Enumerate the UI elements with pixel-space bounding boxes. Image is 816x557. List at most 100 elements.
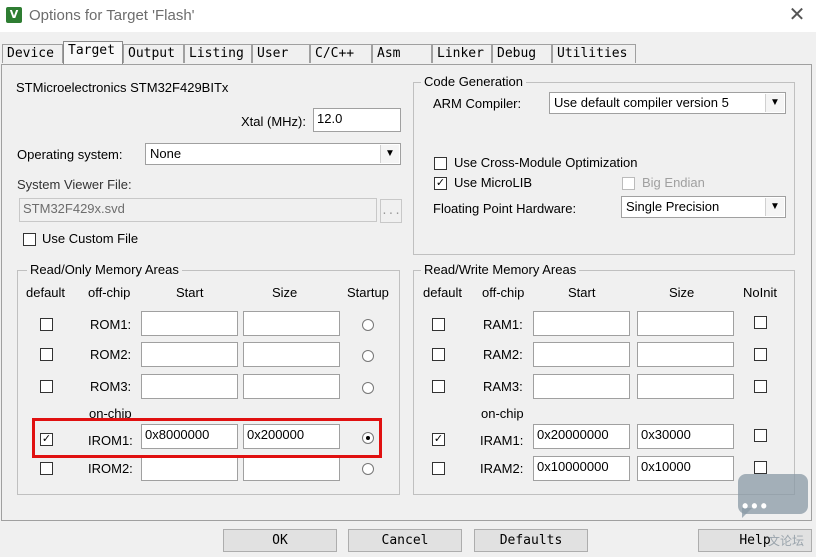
- fpu-label: Floating Point Hardware:: [433, 201, 577, 216]
- ram3-default-checkbox[interactable]: [432, 380, 445, 393]
- ram1-noinit-checkbox[interactable]: [754, 316, 767, 329]
- code-generation-title: Code Generation: [421, 74, 527, 89]
- rom1-default-checkbox[interactable]: [40, 318, 53, 331]
- tab-output[interactable]: Output: [123, 44, 184, 63]
- ram2-start-input[interactable]: [533, 342, 630, 367]
- iram1-default-checkbox[interactable]: ✓: [432, 433, 445, 446]
- ram3-label: RAM3:: [483, 379, 523, 394]
- big-endian-label: Big Endian: [642, 175, 705, 190]
- ram-group-title: Read/Write Memory Areas: [421, 262, 580, 277]
- ram3-noinit-checkbox[interactable]: [754, 380, 767, 393]
- iram1-noinit-checkbox[interactable]: [754, 429, 767, 442]
- rom2-size-input[interactable]: [243, 342, 340, 367]
- ram-header-noinit: NoInit: [743, 285, 777, 300]
- close-button[interactable]: ✕: [778, 0, 816, 32]
- rom2-start-input[interactable]: [141, 342, 238, 367]
- ram2-noinit-checkbox[interactable]: [754, 348, 767, 361]
- rom3-size-input[interactable]: [243, 374, 340, 399]
- iram1-size-input[interactable]: 0x30000: [637, 424, 734, 449]
- ram2-size-input[interactable]: [637, 342, 734, 367]
- chevron-down-icon[interactable]: ▼: [380, 145, 399, 163]
- svf-label: System Viewer File:: [17, 177, 132, 192]
- compiler-value: Use default compiler version 5: [554, 95, 729, 110]
- window-title: Options for Target 'Flash': [29, 7, 195, 24]
- rom3-label: ROM3:: [90, 379, 132, 394]
- rom3-default-checkbox[interactable]: [40, 380, 53, 393]
- irom1-highlight-box: [32, 418, 382, 458]
- iram2-label: IRAM2:: [480, 461, 524, 476]
- ram2-default-checkbox[interactable]: [432, 348, 445, 361]
- watermark-dots: •••: [742, 496, 770, 516]
- tab-debug[interactable]: Debug: [492, 44, 552, 63]
- iram2-noinit-checkbox[interactable]: [754, 461, 767, 474]
- rom3-startup-radio[interactable]: [362, 382, 374, 394]
- fpu-select[interactable]: Single Precision ▼: [621, 196, 786, 218]
- tab-linker[interactable]: Linker: [432, 44, 492, 63]
- irom2-start-input[interactable]: [141, 456, 238, 481]
- os-select[interactable]: None ▼: [145, 143, 401, 165]
- ram1-start-input[interactable]: [533, 311, 630, 336]
- rom1-startup-radio[interactable]: [362, 319, 374, 331]
- iram1-label: IRAM1:: [480, 433, 524, 448]
- rom2-startup-radio[interactable]: [362, 350, 374, 362]
- big-endian-checkbox[interactable]: [622, 177, 635, 190]
- ram2-label: RAM2:: [483, 347, 523, 362]
- tab-device[interactable]: Device: [2, 44, 63, 63]
- ram1-size-input[interactable]: [637, 311, 734, 336]
- irom2-default-checkbox[interactable]: [40, 462, 53, 475]
- rom-header-default: default: [26, 285, 66, 300]
- ram-onchip-label: on-chip: [481, 406, 524, 421]
- chevron-down-icon[interactable]: ▼: [765, 94, 784, 112]
- rom2-default-checkbox[interactable]: [40, 348, 53, 361]
- tab-target[interactable]: Target: [63, 41, 123, 64]
- irom2-size-input[interactable]: [243, 456, 340, 481]
- rom3-start-input[interactable]: [141, 374, 238, 399]
- xtal-input[interactable]: 12.0: [313, 108, 401, 132]
- iram2-size-input[interactable]: 0x10000: [637, 456, 734, 481]
- watermark-text: 文论坛: [768, 534, 805, 548]
- compiler-select[interactable]: Use default compiler version 5 ▼: [549, 92, 786, 114]
- rom1-start-input[interactable]: [141, 311, 238, 336]
- ram-header-size: Size: [669, 285, 695, 300]
- rom-group-title: Read/Only Memory Areas: [27, 262, 182, 277]
- os-value: None: [150, 146, 182, 161]
- tab-user[interactable]: User: [252, 44, 310, 63]
- ram1-default-checkbox[interactable]: [432, 318, 445, 331]
- os-label: Operating system:: [17, 147, 123, 162]
- microlib-checkbox[interactable]: ✓: [434, 177, 447, 190]
- ram3-start-input[interactable]: [533, 374, 630, 399]
- irom2-startup-radio[interactable]: [362, 463, 374, 475]
- iram2-default-checkbox[interactable]: [432, 462, 445, 475]
- ram-header-offchip: off-chip: [482, 285, 525, 300]
- device-name: STMicroelectronics STM32F429BITx: [16, 80, 229, 95]
- cross-module-checkbox[interactable]: [434, 157, 447, 170]
- rom1-label: ROM1:: [90, 317, 132, 332]
- tab-asm[interactable]: Asm: [372, 44, 432, 63]
- ram1-label: RAM1:: [483, 317, 523, 332]
- custom-file-checkbox[interactable]: [23, 233, 36, 246]
- rom-header-offchip: off-chip: [88, 285, 131, 300]
- iram1-start-input[interactable]: 0x20000000: [533, 424, 630, 449]
- svf-browse-button[interactable]: ...: [380, 199, 402, 223]
- iram2-start-input[interactable]: 0x10000000: [533, 456, 630, 481]
- ok-button[interactable]: OK: [223, 529, 337, 552]
- ram-header-default: default: [423, 285, 463, 300]
- tab-c-cpp[interactable]: C/C++: [310, 44, 372, 63]
- cancel-button[interactable]: Cancel: [348, 529, 462, 552]
- app-logo-icon: V: [6, 7, 22, 23]
- tab-utilities[interactable]: Utilities: [552, 44, 636, 63]
- irom2-label: IROM2:: [88, 461, 133, 476]
- rom-header-size: Size: [272, 285, 298, 300]
- svf-input[interactable]: STM32F429x.svd: [19, 198, 377, 222]
- tab-listing[interactable]: Listing: [184, 44, 252, 63]
- defaults-button[interactable]: Defaults: [474, 529, 588, 552]
- microlib-label: Use MicroLIB: [454, 175, 533, 190]
- rom2-label: ROM2:: [90, 347, 132, 362]
- rom-header-start: Start: [176, 285, 204, 300]
- fpu-value: Single Precision: [626, 199, 720, 214]
- compiler-label: ARM Compiler:: [433, 96, 522, 111]
- rom1-size-input[interactable]: [243, 311, 340, 336]
- ram3-size-input[interactable]: [637, 374, 734, 399]
- rom-header-startup: Startup: [347, 285, 389, 300]
- chevron-down-icon[interactable]: ▼: [765, 198, 784, 216]
